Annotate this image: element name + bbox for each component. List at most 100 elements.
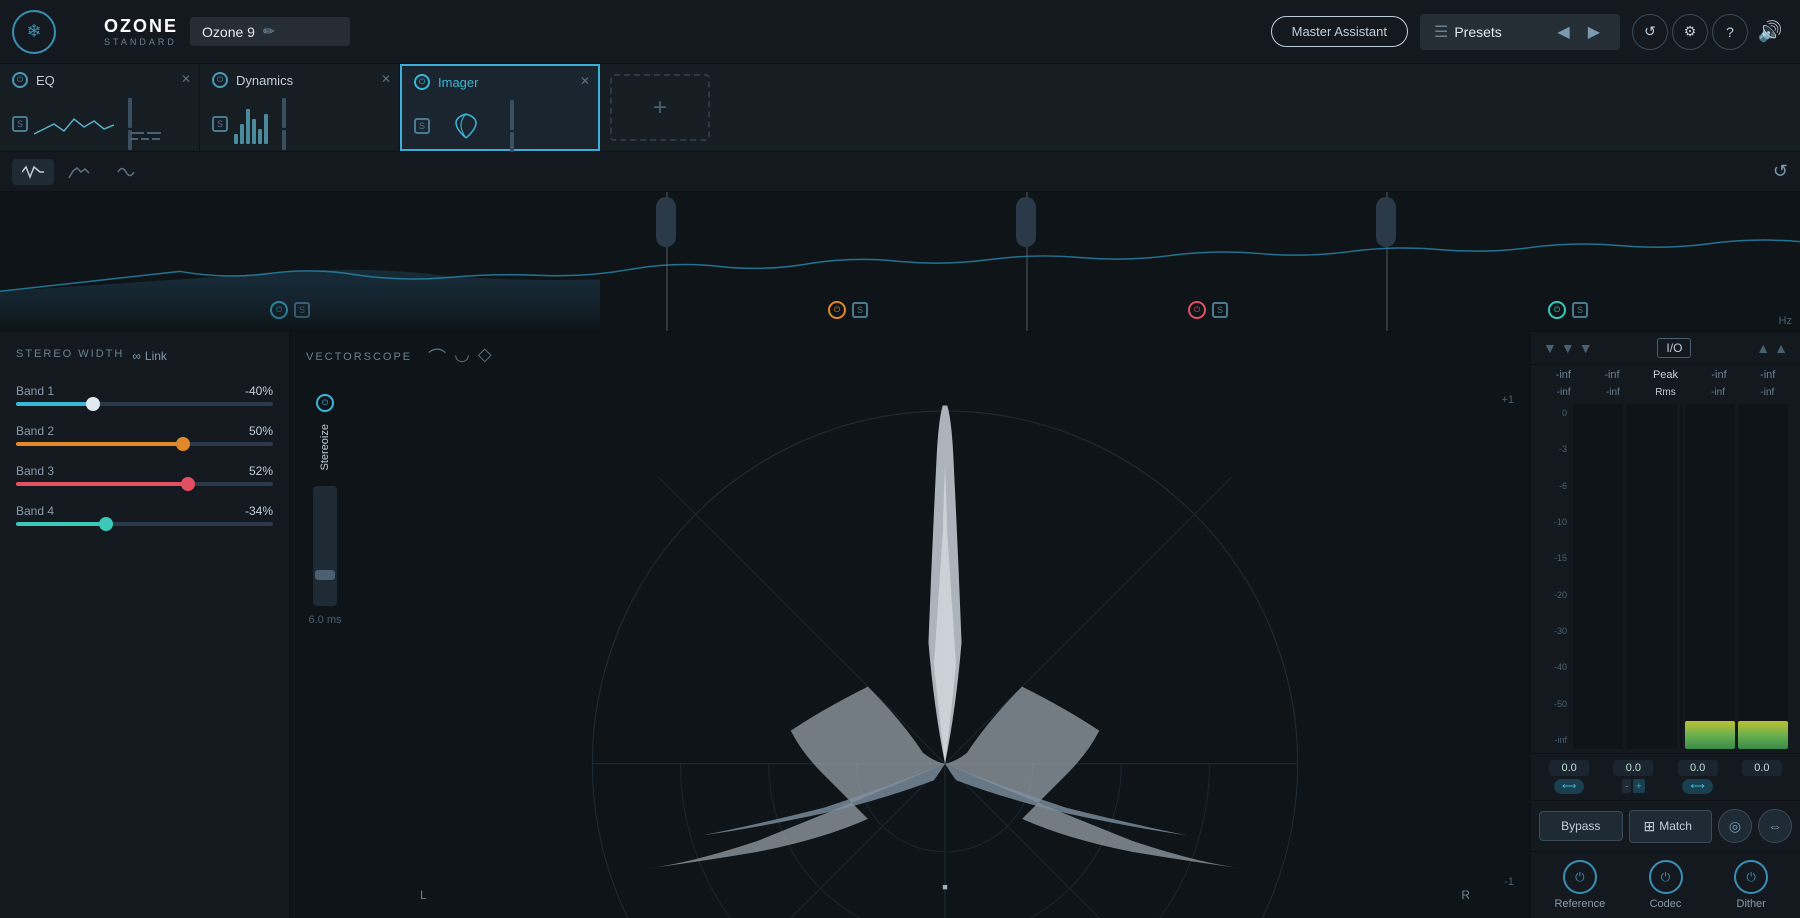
io-down-arrow-2[interactable]: ▲ xyxy=(1774,340,1788,356)
meter-val-2: 0.0 xyxy=(1613,760,1653,776)
l-label: L xyxy=(420,888,427,902)
meters-bars-area: 0 -3 -6 -10 -15 -20 -30 -40 -50 -inf xyxy=(1531,400,1800,753)
stereoize-label: Stereoize xyxy=(319,424,331,470)
add-module-button[interactable]: + xyxy=(610,74,710,141)
speaker-button[interactable]: 🔊 xyxy=(1752,14,1788,50)
imager-s-button[interactable]: S xyxy=(414,118,430,134)
analysis-tab-wave[interactable] xyxy=(12,159,54,185)
analysis-tab-phase[interactable] xyxy=(104,159,146,185)
master-assistant-button[interactable]: Master Assistant xyxy=(1271,16,1408,47)
match-button[interactable]: ⊞ Match xyxy=(1629,810,1713,843)
vscope-icon-half[interactable]: ◡ xyxy=(454,344,470,370)
analysis-tab-spectrum[interactable] xyxy=(58,159,100,185)
meter-rms-val-1: -inf xyxy=(1557,387,1571,398)
stereoize-slider[interactable] xyxy=(313,486,337,606)
meter-val-group-3: 0.0 ⟷ xyxy=(1678,760,1718,794)
spectrum-area: ⏻ S ⏻ S ⏻ S ⏻ S Hz xyxy=(0,192,1800,332)
vectorscope-svg xyxy=(360,378,1530,918)
top-bar: ❄ OZONE STANDARD Ozone 9 ✏ Master Assist… xyxy=(0,0,1800,64)
eq-waveform-icon xyxy=(34,109,114,139)
band3-slider[interactable] xyxy=(16,482,273,486)
dynamics-s-button[interactable]: S xyxy=(212,116,228,132)
meter-plus-btn[interactable]: + xyxy=(1633,779,1644,793)
band2-thumb[interactable] xyxy=(176,437,190,451)
module-imager[interactable]: ⏻ Imager ✕ S xyxy=(400,64,600,151)
pencil-icon[interactable]: ✏ xyxy=(263,23,275,40)
band2-value: 50% xyxy=(249,424,273,438)
eq-close-button[interactable]: ✕ xyxy=(181,72,191,86)
band2-label: Band 2 xyxy=(16,424,54,438)
settings-button[interactable]: ⚙ xyxy=(1672,14,1708,50)
band4-thumb[interactable] xyxy=(99,517,113,531)
band1-value: -40% xyxy=(245,384,273,398)
band4-label: Band 4 xyxy=(16,504,54,518)
logo-standard: STANDARD xyxy=(104,37,178,47)
module-eq[interactable]: ⏻ EQ ✕ S xyxy=(0,64,200,151)
vectorscope-title: VECTORSCOPE xyxy=(306,351,412,363)
band1-label: Band 1 xyxy=(16,384,54,398)
band4-slider[interactable] xyxy=(16,522,273,526)
prev-preset-button[interactable]: ◀ xyxy=(1551,20,1575,44)
meter-link-1[interactable]: ⟷ xyxy=(1554,779,1584,794)
vscope-icon-diamond[interactable]: ◇ xyxy=(478,344,492,370)
analysis-bar: ↺ xyxy=(0,152,1800,192)
band1-slider[interactable] xyxy=(16,402,273,406)
meter-link-2[interactable]: ⟷ xyxy=(1682,779,1712,794)
meter-divider xyxy=(1680,404,1682,749)
meter-bar-4 xyxy=(1738,404,1788,749)
io-up-arrow-3[interactable]: ▼ xyxy=(1579,340,1593,356)
meter-val-group-1: 0.0 ⟷ xyxy=(1549,760,1589,794)
plus-one-label: +1 xyxy=(1501,394,1514,406)
codec-item[interactable]: ⏻ Codec xyxy=(1625,860,1707,910)
meter-rms-val-4: -inf xyxy=(1760,387,1774,398)
meter-bars-group xyxy=(1573,404,1788,749)
band3-value: 52% xyxy=(249,464,273,478)
band2-slider[interactable] xyxy=(16,442,273,446)
preset-area[interactable]: Ozone 9 ✏ xyxy=(190,17,350,46)
stereoize-power[interactable]: ⏻ xyxy=(316,394,334,412)
swap-button[interactable]: ⇔ xyxy=(1758,809,1792,843)
meter-top-val-1: -inf xyxy=(1556,369,1571,381)
io-circle-button[interactable]: ◎ xyxy=(1718,809,1752,843)
stereoize-thumb[interactable] xyxy=(315,570,335,580)
eq-s-button[interactable]: S xyxy=(12,116,28,132)
match-label: Match xyxy=(1659,819,1692,833)
dynamics-close-button[interactable]: ✕ xyxy=(381,72,391,86)
bottom-buttons: Bypass ⊞ Match ◎ ⇔ xyxy=(1531,800,1800,851)
vscope-icon-wave[interactable]: ⌒ xyxy=(428,344,446,370)
io-up-arrow-1[interactable]: ▼ xyxy=(1543,340,1557,356)
bypass-button[interactable]: Bypass xyxy=(1539,811,1623,841)
meter-minus-btn[interactable]: - xyxy=(1622,779,1631,793)
presets-area: ☰ Presets ◀ ▶ xyxy=(1420,14,1620,50)
reset-button[interactable]: ↺ xyxy=(1773,161,1788,182)
band4-value: -34% xyxy=(245,504,273,518)
help-button[interactable]: ? xyxy=(1712,14,1748,50)
reference-icon: ⏻ xyxy=(1563,860,1597,894)
io-down-arrow-1[interactable]: ▲ xyxy=(1756,340,1770,356)
reference-item[interactable]: ⏻ Reference xyxy=(1539,860,1621,910)
dither-item[interactable]: ⏻ Dither xyxy=(1710,860,1792,910)
dither-label: Dither xyxy=(1737,898,1766,910)
eq-power-button[interactable]: ⏻ xyxy=(12,72,28,88)
next-preset-button[interactable]: ▶ xyxy=(1582,20,1606,44)
band1-thumb[interactable] xyxy=(86,397,100,411)
io-up-arrow-2[interactable]: ▼ xyxy=(1561,340,1575,356)
band3-thumb[interactable] xyxy=(181,477,195,491)
history-button[interactable]: ↺ xyxy=(1632,14,1668,50)
link-button[interactable]: ∞ Link xyxy=(132,349,167,363)
band2-row: Band 2 50% xyxy=(16,424,273,446)
imager-title: Imager xyxy=(438,75,478,90)
link-icon: ∞ xyxy=(132,349,141,363)
module-dynamics[interactable]: ⏻ Dynamics ✕ S xyxy=(200,64,400,151)
meter-val-group-4: 0.0 xyxy=(1742,760,1782,794)
stereoize-section: ⏻ Stereoize 6.0 ms xyxy=(290,378,360,918)
right-panel: ▼ ▼ ▼ I/O ▲ ▲ -inf -inf Peak -inf -inf -… xyxy=(1530,332,1800,918)
eq-visual: S xyxy=(12,98,187,150)
imager-power-button[interactable]: ⏻ xyxy=(414,74,430,90)
plus-icon: + xyxy=(653,94,667,122)
meter-top-val-3: -inf xyxy=(1711,369,1726,381)
link-label: Link xyxy=(145,349,167,363)
dynamics-power-button[interactable]: ⏻ xyxy=(212,72,228,88)
meter-rms-values: -inf -inf Rms -inf -inf xyxy=(1531,385,1800,400)
imager-close-button[interactable]: ✕ xyxy=(580,74,590,88)
